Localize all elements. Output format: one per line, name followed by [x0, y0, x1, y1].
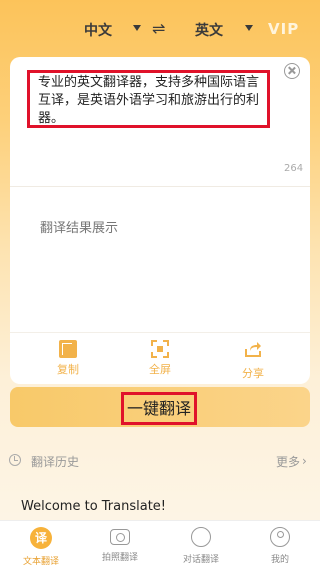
divider — [10, 186, 310, 187]
source-text[interactable]: 专业的英文翻译器，支持多种国际语言互译，是英语外语学习和旅游出行的利器。 — [38, 74, 267, 128]
swap-languages-icon[interactable]: ⇌ — [152, 20, 165, 38]
tab-label: 文本翻译 — [22, 557, 59, 567]
result-placeholder: 翻译结果展示 — [40, 221, 119, 236]
fullscreen-button[interactable]: 全屏 — [135, 340, 185, 377]
chevron-down-icon[interactable] — [133, 25, 141, 31]
target-language-select[interactable]: 英文 — [195, 20, 223, 40]
chat-icon — [191, 527, 211, 547]
tab-label: 拍照翻译 — [101, 553, 138, 563]
history-label: 翻译历史 — [31, 455, 80, 469]
chevron-right-icon[interactable]: › — [302, 454, 307, 468]
top-bar: 中文 ⇌ 英文 VIP — [0, 0, 320, 60]
chevron-down-icon[interactable] — [245, 25, 253, 31]
clear-icon[interactable] — [284, 63, 300, 79]
copy-icon — [59, 340, 77, 358]
source-text-input[interactable]: 专业的英文翻译器，支持多种国际语言互译，是英语外语学习和旅游出行的利器。 — [27, 70, 270, 128]
translate-icon: 译 — [30, 527, 52, 549]
copy-button[interactable]: 复制 — [43, 340, 93, 377]
tab-photo-translate[interactable]: 拍照翻译 — [90, 527, 150, 563]
source-language-select[interactable]: 中文 — [84, 20, 112, 40]
bottom-tab-bar: 译 文本翻译 拍照翻译 对话翻译 我的 — [0, 520, 320, 569]
fullscreen-icon — [151, 340, 169, 358]
camera-icon — [110, 529, 130, 545]
translate-button-label[interactable]: 一键翻译 — [121, 392, 197, 425]
tab-label: 对话翻译 — [182, 555, 219, 565]
copy-label: 复制 — [57, 363, 79, 376]
tab-dialog-translate[interactable]: 对话翻译 — [171, 527, 231, 565]
profile-icon — [270, 527, 290, 547]
divider — [10, 332, 310, 333]
tab-text-translate[interactable]: 译 文本翻译 — [11, 527, 71, 567]
tab-label: 我的 — [270, 555, 289, 565]
fullscreen-label: 全屏 — [149, 363, 171, 376]
vip-badge[interactable]: VIP — [268, 20, 299, 38]
welcome-text: Welcome to Translate! — [21, 499, 167, 514]
tab-mine[interactable]: 我的 — [250, 527, 310, 565]
share-button[interactable]: 分享 — [228, 340, 278, 381]
share-icon — [245, 342, 261, 357]
history-row[interactable]: 翻译历史 更多 › — [0, 450, 320, 474]
clock-icon — [9, 454, 21, 466]
share-label: 分享 — [242, 367, 264, 380]
history-more-link[interactable]: 更多 — [276, 453, 300, 470]
char-count: 264 — [284, 163, 304, 174]
